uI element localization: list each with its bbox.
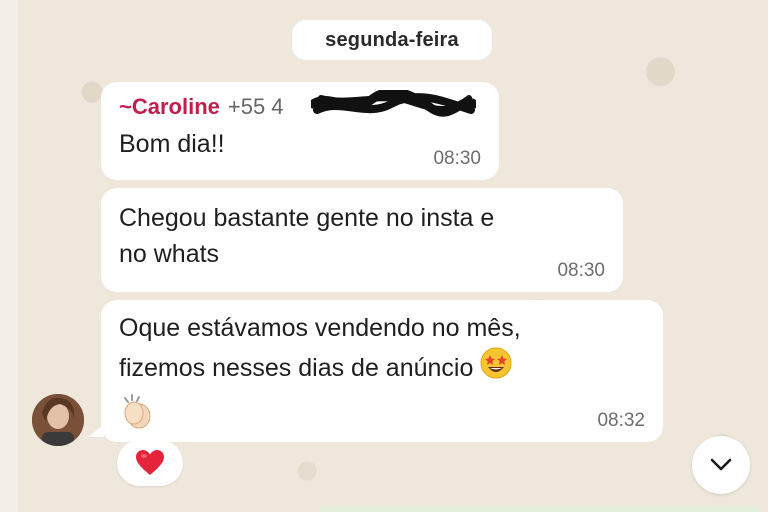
message-time: 08:30 <box>433 148 481 169</box>
message-text: Chegou bastante gente no insta e no what… <box>119 204 495 268</box>
message-time: 08:30 <box>557 260 605 281</box>
message-text: Bom dia!! <box>119 130 225 158</box>
heart-reaction[interactable] <box>117 440 183 486</box>
message-bubble-2[interactable]: Chegou bastante gente no insta e no what… <box>101 188 623 292</box>
date-separator: segunda-feira <box>292 20 492 60</box>
message-text-wrapper: Oque estávamos vendendo no mês, fizemos … <box>119 310 521 390</box>
bubble-tail <box>88 425 104 437</box>
message-bubble-1[interactable]: ~Caroline +55 4 Bom dia!! 08:30 <box>101 82 499 180</box>
sender-name[interactable]: ~Caroline <box>119 94 220 119</box>
message-text: Oque estávamos vendendo no mês, fizemos … <box>119 314 521 382</box>
message-time: 08:32 <box>597 410 645 431</box>
sender-avatar[interactable] <box>32 394 84 446</box>
next-message-edge <box>320 506 760 512</box>
avatar-image <box>32 394 84 446</box>
scroll-to-bottom-button[interactable] <box>692 436 750 494</box>
heart-icon <box>136 450 164 475</box>
left-edge-strip <box>0 0 18 512</box>
date-separator-label: segunda-feira <box>325 28 459 51</box>
sender-row: ~Caroline +55 4 <box>119 94 284 120</box>
star-struck-emoji-icon <box>479 346 513 390</box>
redaction-scribble <box>311 90 476 117</box>
message-bubble-3[interactable]: Oque estávamos vendendo no mês, fizemos … <box>101 300 663 442</box>
sender-phone: +55 4 <box>227 94 284 119</box>
chevron-down-icon <box>710 458 732 471</box>
clapping-hands-emoji-icon <box>119 392 157 435</box>
